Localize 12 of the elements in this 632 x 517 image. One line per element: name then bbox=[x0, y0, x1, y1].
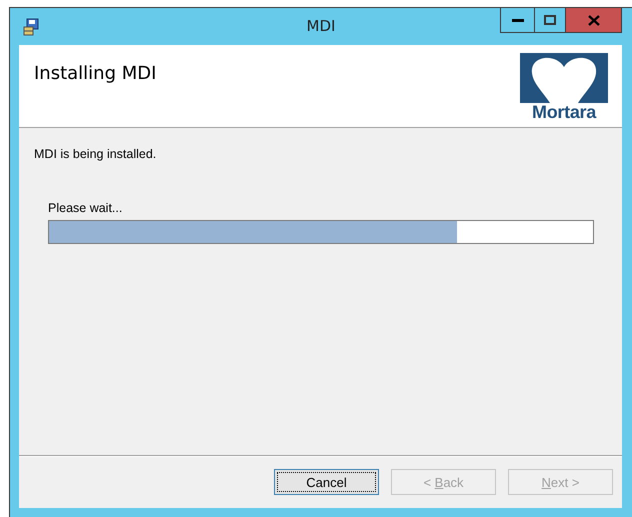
close-button[interactable] bbox=[566, 8, 622, 33]
minimize-button[interactable] bbox=[500, 8, 535, 33]
status-text: MDI is being installed. bbox=[34, 147, 156, 161]
company-logo: Mortara bbox=[519, 53, 609, 121]
cancel-button[interactable]: Cancel bbox=[274, 469, 379, 495]
window-title: MDI bbox=[306, 17, 336, 35]
maximize-icon bbox=[544, 15, 556, 25]
installer-icon bbox=[22, 18, 40, 36]
close-icon bbox=[588, 14, 600, 26]
page-heading: Installing MDI bbox=[34, 63, 156, 84]
progress-label: Please wait... bbox=[48, 201, 122, 215]
minimize-icon bbox=[512, 18, 524, 22]
